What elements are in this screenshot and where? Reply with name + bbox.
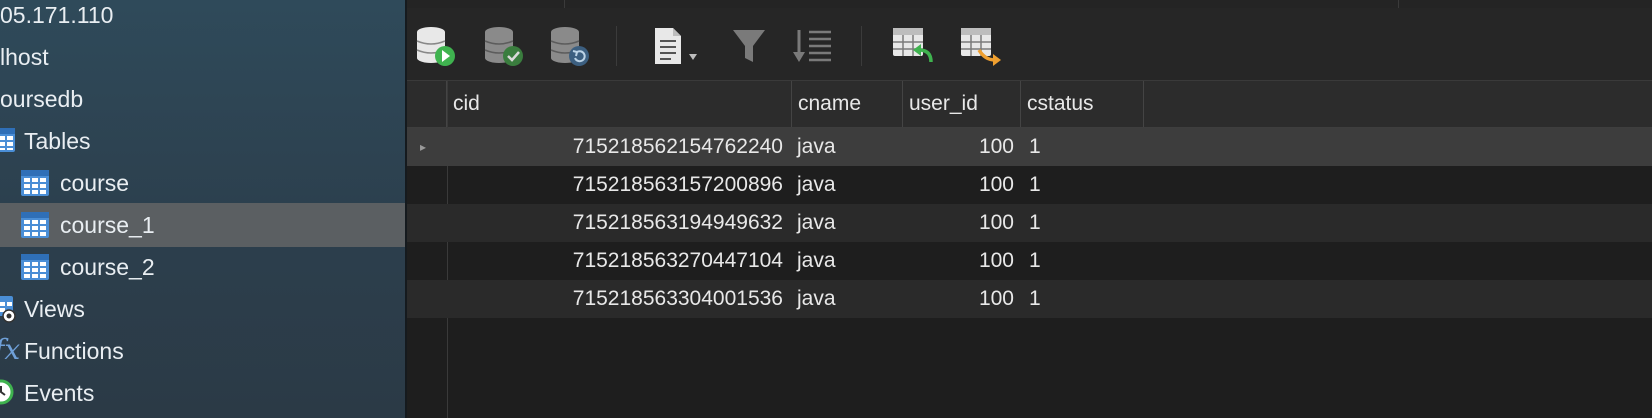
table-row[interactable]: 715218563157200896 java 100 1 [407,166,1652,204]
database-commit-icon[interactable] [481,24,527,68]
clock-icon [0,379,14,405]
tree-item-label: course_2 [60,254,155,280]
tree-item-label: course_1 [60,212,155,238]
function-icon: fx [0,333,21,366]
cell-cid[interactable]: 715218563270447104 [447,242,783,280]
cell-user-id[interactable]: 100 [903,166,1014,204]
document-dropdown-icon[interactable] [651,24,707,68]
cell-cstatus[interactable]: 1 [1029,166,1129,204]
database-rollback-icon[interactable] [547,24,593,68]
cell-cstatus[interactable]: 1 [1029,128,1129,166]
cell-user-id[interactable]: 100 [903,204,1014,242]
cell-cid[interactable]: 715218563194949632 [447,204,783,242]
row-gutter-header [407,81,447,127]
cell-cstatus[interactable]: 1 [1029,242,1129,280]
tree-item-events[interactable]: Events [0,371,405,415]
cell-cname[interactable]: java [797,280,897,318]
tree-item-label: course [60,170,130,196]
tree-item-label: Tables [24,128,91,154]
tree-item-label: oursedb [0,86,84,112]
export-table-icon[interactable] [957,24,1003,68]
cell-cname[interactable]: java [797,204,897,242]
table-row[interactable]: 715218563270447104 java 100 1 [407,242,1652,280]
table-icon [20,169,50,197]
cell-cname[interactable]: java [797,242,897,280]
column-header-user-id[interactable]: user_id [903,81,1021,127]
tree-item-label: 05.171.110 [0,2,114,28]
cell-cid[interactable]: 715218563157200896 [447,166,783,204]
tree-item-localhost[interactable]: lhost [0,35,405,79]
tree-item-coursedb[interactable]: oursedb [0,77,405,121]
database-run-icon[interactable] [413,24,459,68]
result-toolbar [407,8,1652,81]
table-icon [20,253,50,281]
cell-cstatus[interactable]: 1 [1029,280,1129,318]
cell-cstatus[interactable]: 1 [1029,204,1129,242]
column-header-cid[interactable]: cid [447,81,792,127]
tree-item-label: lhost [0,44,49,70]
table-icon [20,211,50,239]
tree-item-label: Functions [24,338,124,364]
sort-icon[interactable] [789,24,835,68]
tree-item-tables[interactable]: Tables [0,119,405,163]
table-row[interactable]: 715218563194949632 java 100 1 [407,204,1652,242]
cell-user-id[interactable]: 100 [903,280,1014,318]
table-row[interactable]: ▸ 715218562154762240 java 100 1 [407,128,1652,166]
result-panel: cid cname user_id cstatus ▸ 715218562154… [407,0,1652,418]
tree-item-views[interactable]: Views [0,287,405,331]
cell-user-id[interactable]: 100 [903,242,1014,280]
views-icon [0,295,16,323]
tree-item-course[interactable]: course [0,161,405,205]
navigator-sidebar: 05.171.110 lhost oursedb Tables course c… [0,0,407,418]
cell-cid[interactable]: 715218562154762240 [447,128,783,166]
tree-item-course-1[interactable]: course_1 [0,203,405,247]
tree-item-functions[interactable]: fx Functions [0,329,405,373]
filter-icon[interactable] [727,24,773,68]
column-header-cname[interactable]: cname [792,81,903,127]
grid-body: ▸ 715218562154762240 java 100 1 71521856… [407,128,1652,318]
column-header-cstatus[interactable]: cstatus [1021,81,1144,127]
cell-cname[interactable]: java [797,166,897,204]
tree-item-connection-host[interactable]: 05.171.110 [0,0,405,37]
tree-item-label: Views [24,296,85,322]
tree-item-course-2[interactable]: course_2 [0,245,405,289]
current-row-marker: ▸ [420,140,427,154]
cell-cname[interactable]: java [797,128,897,166]
import-table-icon[interactable] [889,24,935,68]
cell-user-id[interactable]: 100 [903,128,1014,166]
tree-item-label: Events [24,380,95,406]
tables-icon [0,127,16,153]
table-row[interactable]: 715218563304001536 java 100 1 [407,280,1652,318]
grid-header: cid cname user_id cstatus [407,81,1652,128]
tab-strip [407,0,1652,8]
cell-cid[interactable]: 715218563304001536 [447,280,783,318]
